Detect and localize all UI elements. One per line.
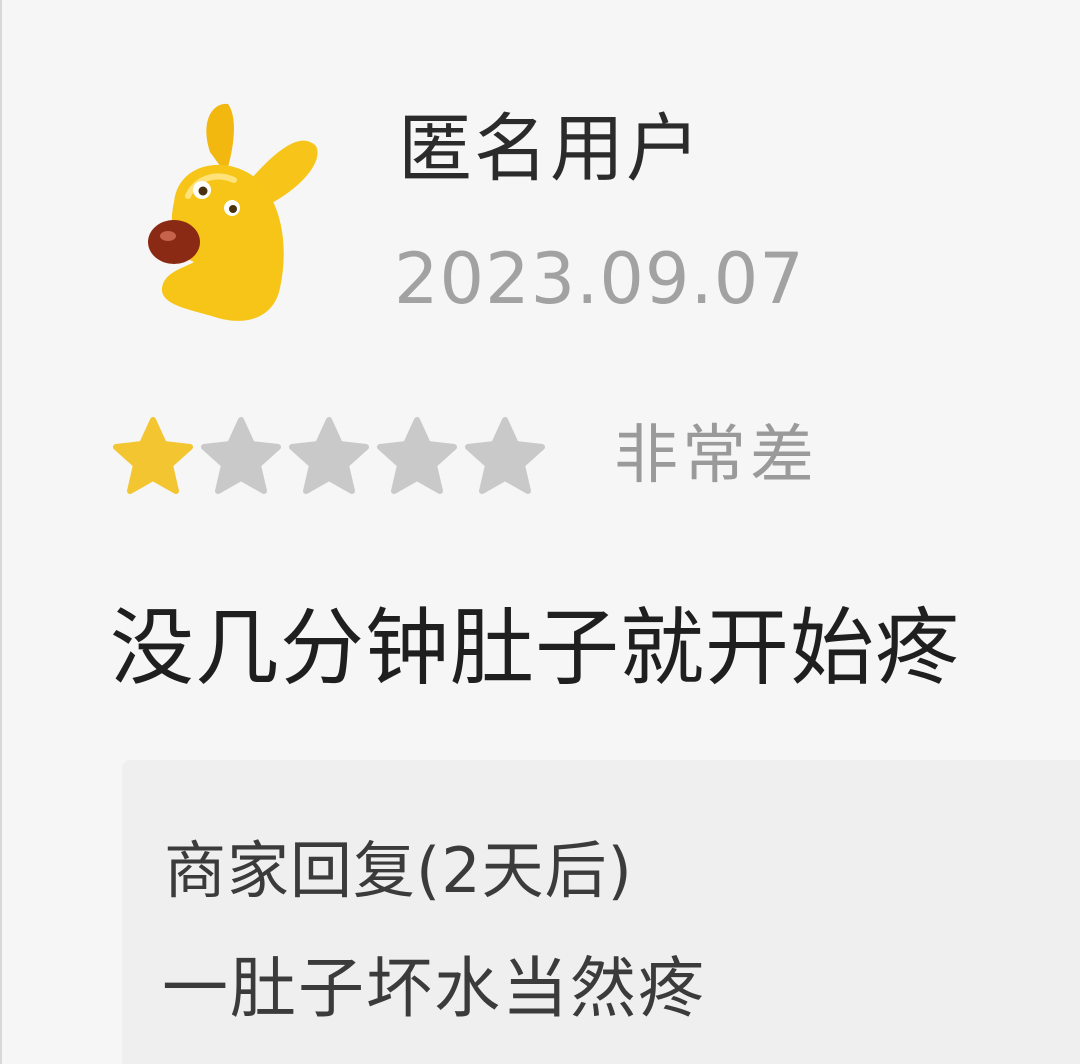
- review-content: 没几分钟肚子就开始疼: [110, 599, 961, 697]
- star-icon-filled: [110, 416, 196, 496]
- star-icon-empty: [462, 416, 548, 496]
- merchant-reply-title: 商家回复(2天后): [164, 834, 633, 907]
- merchant-reply: 商家回复(2天后) 一肚子坏水当然疼: [122, 760, 1080, 1064]
- rating-label: 非常差: [614, 419, 818, 493]
- merchant-reply-content: 一肚子坏水当然疼: [162, 950, 706, 1027]
- star-icon-empty: [374, 416, 460, 496]
- star-icon-empty: [286, 416, 372, 496]
- rating-stars: [110, 416, 548, 496]
- review-date: 2023.09.07: [394, 238, 805, 320]
- dog-avatar-icon: [148, 103, 318, 321]
- review-card: 匿名用户 2023.09.07 非常差 没几分钟肚子就开始疼 商家回复(2天后)…: [0, 0, 1080, 1064]
- avatar[interactable]: [130, 92, 340, 332]
- star-icon-empty: [198, 416, 284, 496]
- user-name[interactable]: 匿名用户: [398, 112, 702, 186]
